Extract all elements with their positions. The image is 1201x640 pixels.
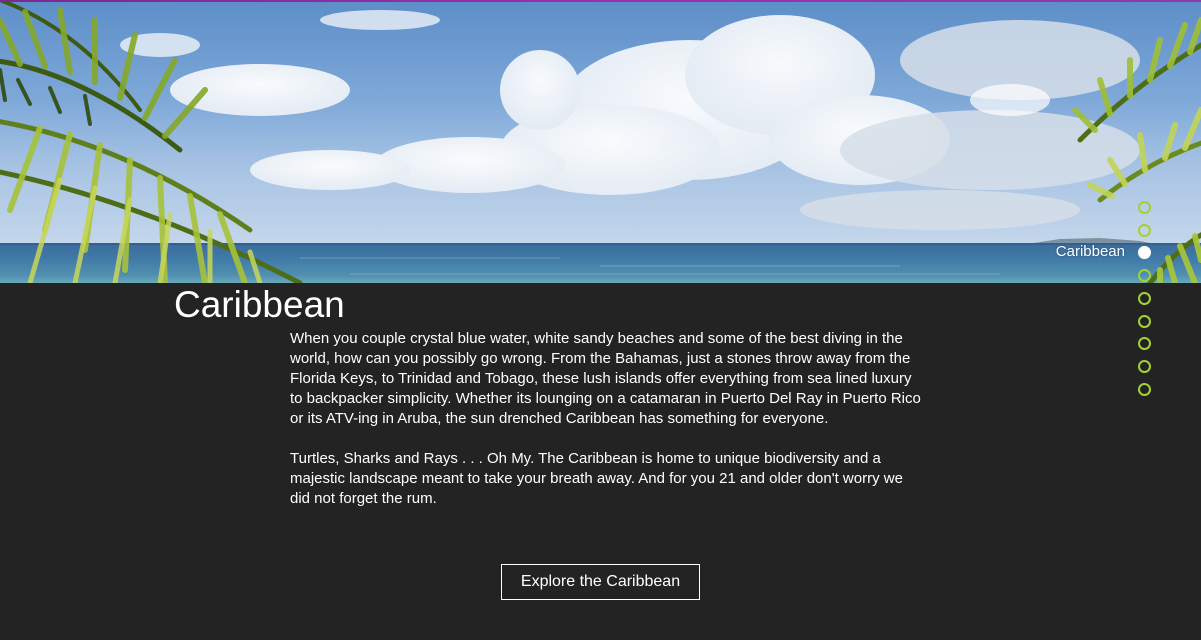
section-title: Caribbean <box>174 284 345 325</box>
nav-dot-5[interactable] <box>1138 292 1151 305</box>
nav-active-label[interactable]: Caribbean <box>1056 242 1125 262</box>
nav-dot-6[interactable] <box>1138 315 1151 328</box>
nav-dot-8[interactable] <box>1138 360 1151 373</box>
nav-dot-7[interactable] <box>1138 337 1151 350</box>
nav-dot-4[interactable] <box>1138 269 1151 282</box>
description-paragraph-2: Turtles, Sharks and Rays . . . Oh My. Th… <box>290 450 903 507</box>
beach-scene-graphic <box>0 0 1201 283</box>
nav-dot-1[interactable] <box>1138 201 1151 214</box>
page: Caribbean When you couple crystal blue w… <box>0 0 1201 640</box>
top-accent-bar <box>0 0 1201 2</box>
description-paragraph-1: When you couple crystal blue water, whit… <box>290 330 921 427</box>
nav-dot-2[interactable] <box>1138 224 1151 237</box>
section-description: When you couple crystal blue water, whit… <box>290 329 922 509</box>
explore-caribbean-button[interactable]: Explore the Caribbean <box>501 564 700 600</box>
hero-beach-image <box>0 0 1201 283</box>
nav-dot-3-active[interactable] <box>1138 246 1151 259</box>
nav-dot-9[interactable] <box>1138 383 1151 396</box>
